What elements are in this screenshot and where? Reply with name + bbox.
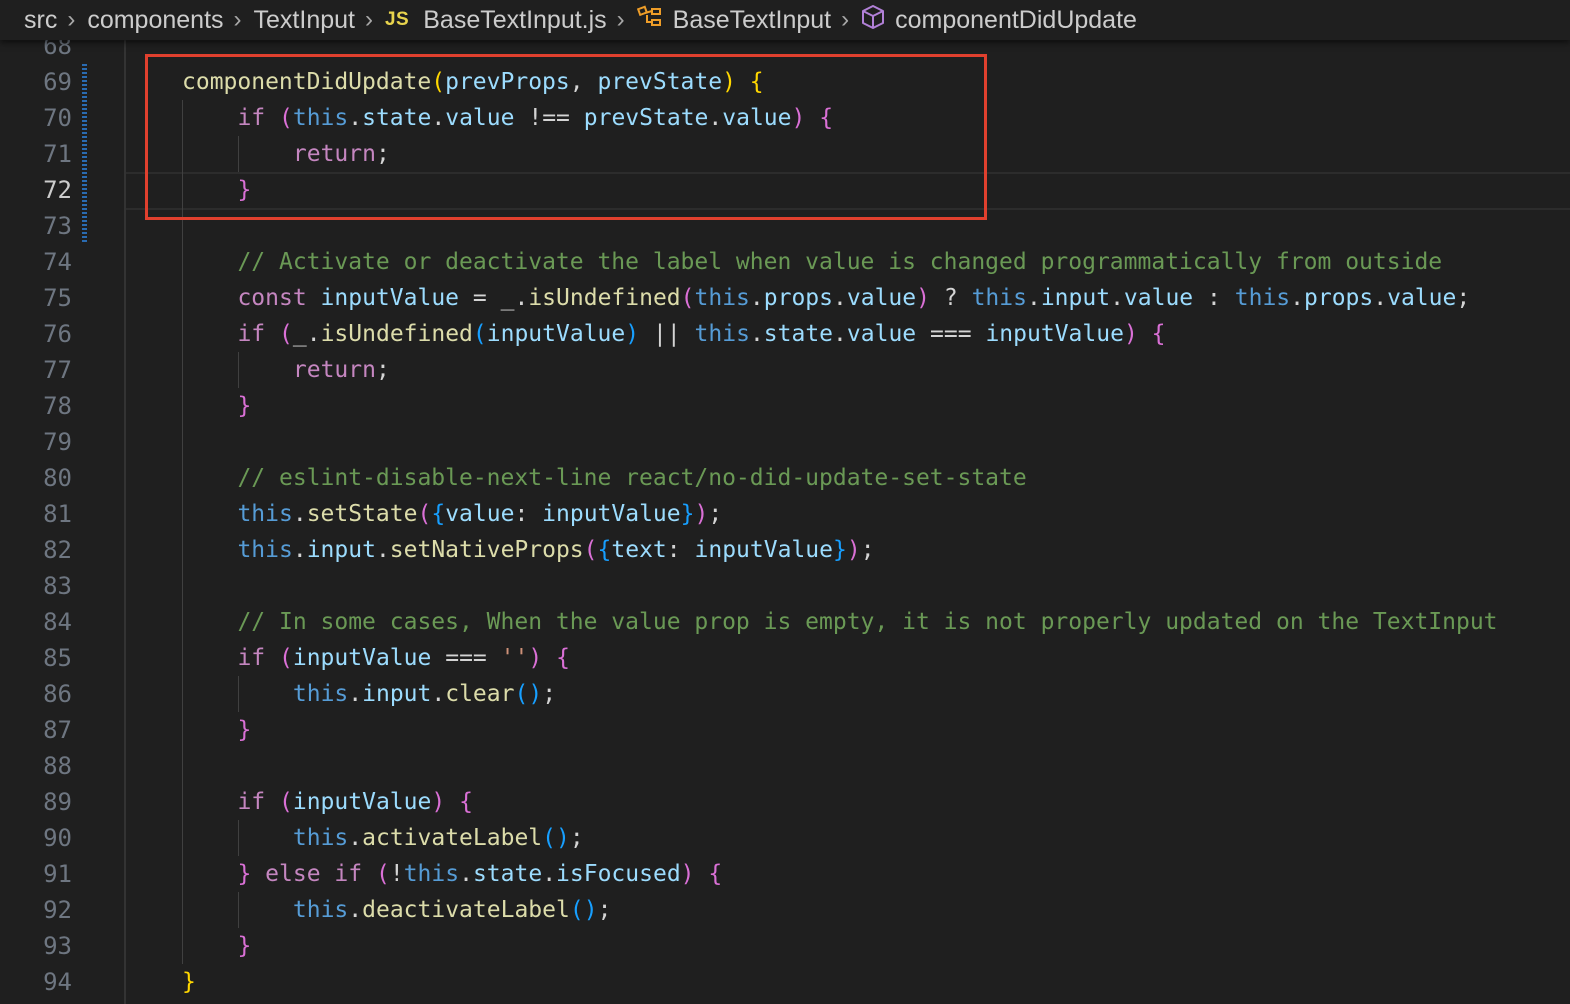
line-number: 80: [43, 464, 72, 492]
code-line[interactable]: }: [182, 712, 251, 748]
code-line[interactable]: return;: [182, 352, 390, 388]
line-number: 83: [43, 572, 72, 600]
line-number: 71: [43, 140, 72, 168]
breadcrumb-label: componentDidUpdate: [895, 5, 1137, 34]
breadcrumb-label: TextInput: [253, 5, 355, 34]
line-number: 79: [43, 428, 72, 456]
line-number: 72: [43, 176, 72, 204]
line-number: 85: [43, 644, 72, 672]
git-modified-indicator[interactable]: [82, 64, 87, 244]
code-line[interactable]: this.activateLabel();: [182, 820, 584, 856]
code-line[interactable]: this.input.clear();: [182, 676, 556, 712]
breadcrumb-item-src[interactable]: src: [24, 6, 57, 35]
line-number: 77: [43, 356, 72, 384]
breadcrumb-label: src: [24, 5, 58, 34]
line-number: 90: [43, 824, 72, 852]
line-number: 87: [43, 716, 72, 744]
code-line[interactable]: } else if (!this.state.isFocused) {: [182, 856, 722, 892]
breadcrumb-label: components: [87, 5, 224, 34]
chevron-right-icon: ›: [616, 6, 625, 33]
breadcrumb-label: BaseTextInput.js: [423, 5, 607, 34]
annotation-highlight-box: [145, 54, 987, 220]
breadcrumb-item-components[interactable]: components: [87, 6, 223, 35]
line-number: 76: [43, 320, 72, 348]
line-number: 82: [43, 536, 72, 564]
code-line[interactable]: }: [182, 388, 251, 424]
code-line[interactable]: if (_.isUndefined(inputValue) || this.st…: [182, 316, 1165, 352]
breadcrumb-item-textinput[interactable]: TextInput: [254, 6, 355, 35]
code-line[interactable]: // eslint-disable-next-line react/no-did…: [182, 460, 1026, 496]
line-number: 81: [43, 500, 72, 528]
code-line[interactable]: // In some cases, When the value prop is…: [182, 604, 1497, 640]
code-line[interactable]: }: [182, 964, 196, 1000]
code-line[interactable]: this.setState({value: inputValue});: [182, 496, 722, 532]
code-line[interactable]: // Activate or deactivate the label when…: [182, 244, 1442, 280]
line-number: 74: [43, 248, 72, 276]
line-number: 93: [43, 932, 72, 960]
line-number-gutter: 68 69 70 71 72 73 74 75 76 77 78 79 80 81 82 83 84 85 86 87…: [0, 28, 90, 1004]
code-editor[interactable]: 68 69 70 71 72 73 74 75 76 77 78 79 80 81 82 83 84 85 86 87…: [0, 28, 1570, 1004]
breadcrumb: src › components › TextInput › JS BaseTe…: [0, 0, 1570, 40]
method-cube-icon: [861, 4, 885, 37]
class-icon: [636, 5, 663, 36]
chevron-right-icon: ›: [67, 6, 76, 33]
line-number: 94: [43, 968, 72, 996]
js-file-icon: JS: [384, 9, 410, 30]
code-line[interactable]: if (inputValue) {: [182, 784, 472, 820]
line-number: 91: [43, 860, 72, 888]
breadcrumb-item-method[interactable]: componentDidUpdate: [861, 4, 1137, 37]
line-number: 84: [43, 608, 72, 636]
line-number: 86: [43, 680, 72, 708]
line-number: 92: [43, 896, 72, 924]
line-number: 89: [43, 788, 72, 816]
code-line[interactable]: const inputValue = _.isUndefined(this.pr…: [182, 280, 1470, 316]
chevron-right-icon: ›: [364, 6, 373, 33]
code-line[interactable]: this.deactivateLabel();: [182, 892, 612, 928]
line-number: 73: [43, 212, 72, 240]
line-number: 70: [43, 104, 72, 132]
breadcrumb-label: BaseTextInput: [672, 5, 832, 34]
line-number: 78: [43, 392, 72, 420]
code-line[interactable]: this.input.setNativeProps({text: inputVa…: [182, 532, 874, 568]
line-number: 75: [43, 284, 72, 312]
chevron-right-icon: ›: [841, 6, 850, 33]
line-number: 69: [43, 68, 72, 96]
code-line[interactable]: if (inputValue === '') {: [182, 640, 569, 676]
breadcrumb-item-class[interactable]: BaseTextInput: [636, 5, 832, 36]
chevron-right-icon: ›: [233, 6, 242, 33]
line-number: 88: [43, 752, 72, 780]
breadcrumb-item-file[interactable]: JS BaseTextInput.js: [385, 6, 607, 35]
code-line[interactable]: }: [182, 928, 251, 964]
